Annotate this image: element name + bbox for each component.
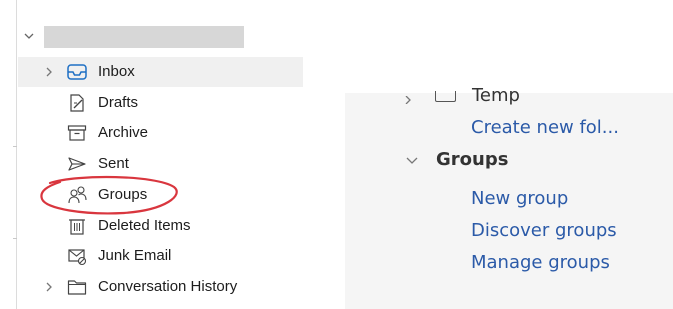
discover-groups-link[interactable]: Discover groups xyxy=(471,220,617,241)
junk-envelope-icon xyxy=(68,249,87,266)
folder-item-sent[interactable]: Sent xyxy=(18,149,303,179)
chevron-right-icon[interactable] xyxy=(44,281,54,293)
new-group-link[interactable]: New group xyxy=(471,188,568,209)
folder-label: Groups xyxy=(98,186,148,203)
folder-label: Drafts xyxy=(98,94,139,111)
folder-label: Sent xyxy=(98,155,129,172)
inbox-tray-icon xyxy=(67,64,87,80)
account-name-redacted xyxy=(44,26,244,48)
groups-people-icon xyxy=(68,186,87,204)
folder-item-deleted-items[interactable]: Deleted Items xyxy=(18,211,303,241)
folder-item-junk-email[interactable]: Junk Email xyxy=(18,241,303,271)
chevron-down-icon[interactable] xyxy=(406,157,418,165)
mac-folder-pane: Inbox Drafts Archive Sent Groups Deleted… xyxy=(0,0,303,309)
pane-divider xyxy=(16,0,17,309)
folder-label: Junk Email xyxy=(98,247,172,264)
archive-box-icon xyxy=(67,125,87,141)
web-folder-pane: Temp Create new fol... Groups New group … xyxy=(345,85,673,309)
folder-item-conversation-history[interactable]: Conversation History xyxy=(18,272,303,302)
drafts-pencil-icon xyxy=(70,94,84,112)
folder-icon xyxy=(435,91,456,102)
folder-label: Deleted Items xyxy=(98,217,191,234)
folder-icon xyxy=(67,280,87,295)
sent-paper-plane-icon xyxy=(68,157,86,171)
chevron-down-icon[interactable] xyxy=(23,30,35,42)
divider-tick xyxy=(13,146,17,147)
create-new-folder-link[interactable]: Create new fol... xyxy=(471,117,619,138)
folder-item-groups[interactable]: Groups xyxy=(18,180,303,210)
groups-section-header[interactable]: Groups xyxy=(436,149,508,170)
trash-can-icon xyxy=(69,219,85,235)
folder-label: Temp xyxy=(472,85,520,106)
folder-item-drafts[interactable]: Drafts xyxy=(18,88,303,118)
divider-tick xyxy=(13,238,17,239)
folder-item-temp[interactable]: Temp xyxy=(345,85,673,113)
folder-item-inbox[interactable]: Inbox xyxy=(18,57,303,87)
folder-item-archive[interactable]: Archive xyxy=(18,118,303,148)
folder-label: Archive xyxy=(98,124,149,141)
manage-groups-link[interactable]: Manage groups xyxy=(471,252,610,273)
folder-label: Inbox xyxy=(98,63,135,80)
chevron-right-icon[interactable] xyxy=(403,96,413,104)
folder-label: Conversation History xyxy=(98,278,238,295)
chevron-right-icon[interactable] xyxy=(44,66,54,78)
account-row[interactable] xyxy=(18,26,303,50)
